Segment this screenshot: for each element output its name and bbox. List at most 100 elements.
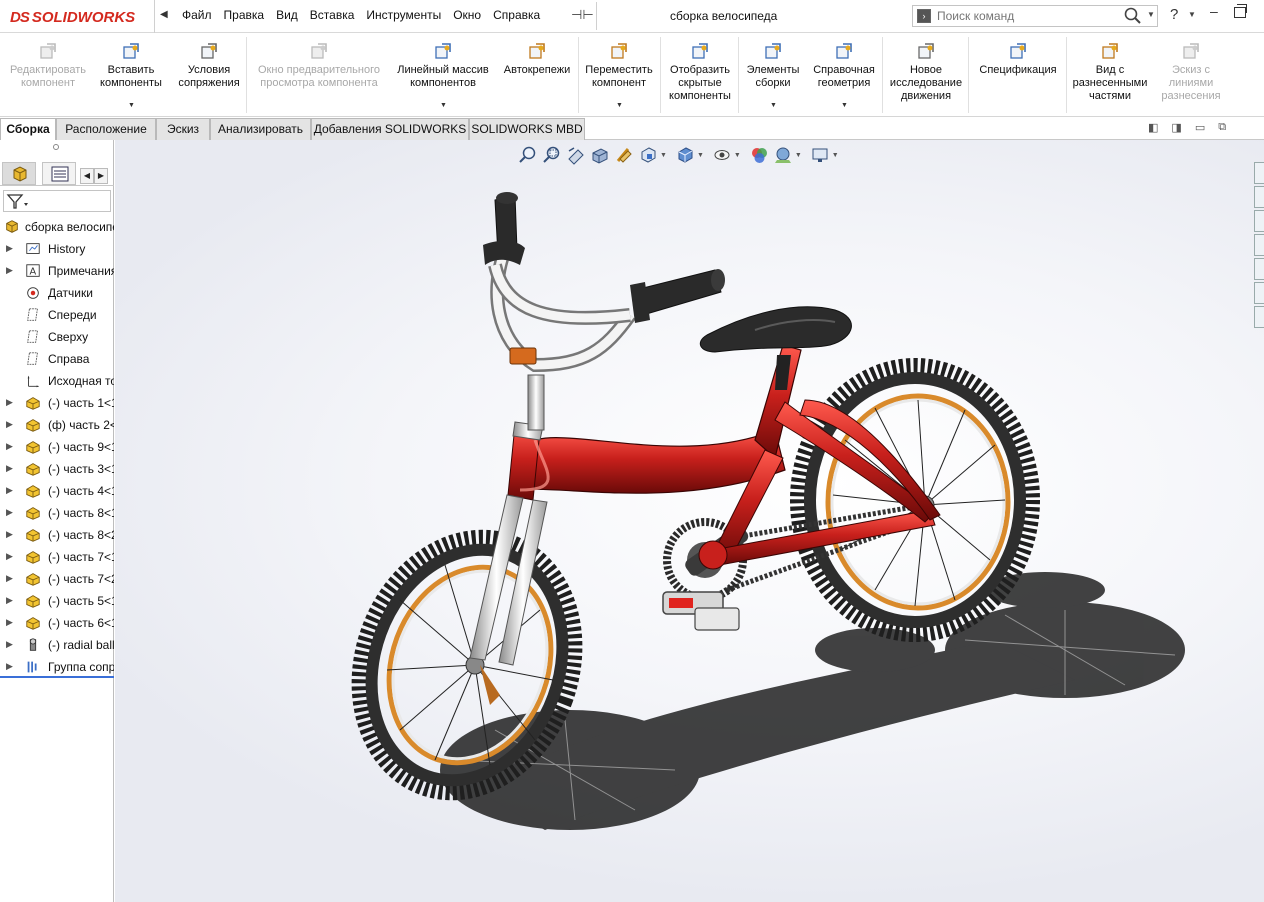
graphics-area[interactable]: ▼ ▼ ▼ ▼ ▼ [115,140,1264,902]
tree-item[interactable]: ▶ (-) часть 8<1> [0,502,114,524]
doc-minimize-icon[interactable]: ▭ [1195,121,1205,134]
tab-solidworks-addins[interactable]: Добавления SOLIDWORKS [311,118,469,140]
minimize-window-icon[interactable]: – [1210,3,1218,19]
expand-arrow-icon[interactable]: ▶ [6,639,13,650]
search-icon[interactable] [1123,7,1143,25]
menu-item-1[interactable]: Правка [220,8,273,22]
menu-item-2[interactable]: Вид [272,8,306,22]
cmd-button-4[interactable]: Линейный массив компонентов ▼ [390,33,496,117]
next-document-icon[interactable]: ◨ [1171,121,1181,134]
cmd-button-13[interactable]: Эскиз с линиями разнесения [1154,33,1228,117]
expand-arrow-icon[interactable]: ▶ [6,243,13,254]
linear-pattern-icon [435,43,451,59]
menu-item-5[interactable]: Окно [449,8,489,22]
front-fork[interactable] [469,374,548,666]
tree-item[interactable]: ▶ History [0,238,114,260]
tree-item[interactable]: Справа [0,348,114,370]
feature-tree-tab[interactable] [2,162,36,185]
tree-item[interactable]: ▶ Группа сопряжений [0,656,114,678]
tree-item[interactable]: ▶ (-) часть 7<2> [0,568,114,590]
solidworks-logo[interactable]: DS SOLIDWORKS [10,7,135,27]
search-dropdown-icon[interactable]: ▼ [1147,10,1155,19]
cmd-button-1[interactable]: Вставить компоненты ▼ [96,33,166,117]
chevron-down-icon[interactable]: ▼ [841,102,848,109]
expand-arrow-icon[interactable]: ▶ [6,573,13,584]
cmd-button-12[interactable]: Вид с разнесенными частями [1066,33,1154,117]
tree-root-assembly[interactable]: сборка велосипеда [0,216,114,238]
expand-arrow-icon[interactable]: ▶ [6,617,13,628]
cmd-button-8[interactable]: Элементы сборки ▼ [742,33,804,117]
expand-arrow-icon[interactable]: ▶ [6,507,13,518]
command-search-box[interactable]: › ▼ [912,5,1158,27]
tab-layout[interactable]: Расположение [56,118,156,140]
bicycle-assembly-model[interactable] [115,140,1264,902]
menu-item-3[interactable]: Вставка [306,8,363,22]
pin-menu-icon[interactable]: ⊣⊢ [571,7,594,23]
menu-item-0[interactable]: Файл [178,8,220,22]
tree-item[interactable]: Сверху [0,326,114,348]
cmd-button-2[interactable]: Условия сопряжения [172,33,246,117]
cmd-separator [660,37,661,113]
tree-item[interactable]: ▶ (-) часть 3<1> [0,458,114,480]
tree-item[interactable]: ▶ (-) часть 7<1> [0,546,114,568]
tree-item[interactable]: ▶ (-) radial ball bearing [0,634,114,656]
restore-window-icon[interactable] [1234,4,1247,18]
tree-item[interactable]: ▶ (-) часть 6<1> [0,612,114,634]
tab-assembly[interactable]: Сборка [0,118,56,141]
tree-item[interactable]: ▶ (-) часть 8<2> [0,524,114,546]
tree-item[interactable]: ▶ A Примечания [0,260,114,282]
tree-item[interactable]: ▶ (-) часть 4<1> [0,480,114,502]
expand-arrow-icon[interactable]: ▶ [6,397,13,408]
tree-filter-box[interactable] [3,190,111,212]
expand-arrow-icon[interactable]: ▶ [6,441,13,452]
saddle[interactable] [699,306,852,390]
tree-rollback-bar[interactable] [0,676,114,678]
property-manager-tab[interactable] [42,162,76,185]
tab-solidworks-mbd[interactable]: SOLIDWORKS MBD [469,118,585,140]
svg-text:A: A [29,267,36,278]
feature-tree-icon [13,166,27,182]
tree-item[interactable]: Датчики [0,282,114,304]
chevron-down-icon[interactable]: ▼ [616,102,623,109]
cmd-button-7[interactable]: Отобразить скрытые компоненты [662,33,738,117]
expand-arrow-icon[interactable]: ▶ [6,419,13,430]
tab-evaluate[interactable]: Анализировать [210,118,311,140]
doc-restore-icon[interactable]: ⧉ [1218,121,1226,134]
expand-arrow-icon[interactable]: ▶ [6,661,13,672]
cmd-button-3[interactable]: Окно предварительного просмотра компонен… [248,33,390,117]
panel-tab-scroller: ◀ ▶ [80,168,108,184]
cmd-button-11[interactable]: Спецификация [970,33,1066,117]
tree-item[interactable]: Спереди [0,304,114,326]
scroll-left-icon[interactable]: ◀ [80,168,94,184]
help-dropdown-icon[interactable]: ▼ [1188,10,1196,19]
cmd-button-6[interactable]: Переместить компонент ▼ [578,33,660,117]
expand-arrow-icon[interactable]: ▶ [6,595,13,606]
tree-item[interactable]: ▶ (-) часть 5<1> [0,590,114,612]
search-input[interactable] [937,8,1117,24]
expand-arrow-icon[interactable]: ▶ [6,529,13,540]
chevron-down-icon[interactable]: ▼ [128,102,135,109]
menu-item-4[interactable]: Инструменты [362,8,449,22]
panel-grip-icon[interactable] [53,144,59,150]
chevron-down-icon[interactable]: ▼ [440,102,447,109]
tree-item[interactable]: ▶ (ф) часть 2<1> [0,414,114,436]
chevron-down-icon[interactable]: ▼ [770,102,777,109]
tab-sketch[interactable]: Эскиз [156,118,210,140]
previous-document-icon[interactable]: ◧ [1148,121,1158,134]
menu-expand-icon[interactable]: ◀ [160,9,168,20]
menu-item-6[interactable]: Справка [489,8,548,22]
help-icon[interactable]: ? [1170,6,1178,23]
cmd-button-9[interactable]: Справочная геометрия ▼ [806,33,882,117]
expand-arrow-icon[interactable]: ▶ [6,463,13,474]
handlebar[interactable] [483,192,725,373]
cmd-button-0[interactable]: Редактировать компонент [0,33,96,117]
scroll-right-icon[interactable]: ▶ [94,168,108,184]
cmd-button-10[interactable]: Новое исследование движения [884,33,968,117]
cmd-button-5[interactable]: Автокрепежи [496,33,578,117]
expand-arrow-icon[interactable]: ▶ [6,265,13,276]
tree-item[interactable]: ▶ (-) часть 9<1> [0,436,114,458]
expand-arrow-icon[interactable]: ▶ [6,551,13,562]
tree-item[interactable]: ▶ (-) часть 1<1> [0,392,114,414]
expand-arrow-icon[interactable]: ▶ [6,485,13,496]
tree-item[interactable]: Исходная точка [0,370,114,392]
